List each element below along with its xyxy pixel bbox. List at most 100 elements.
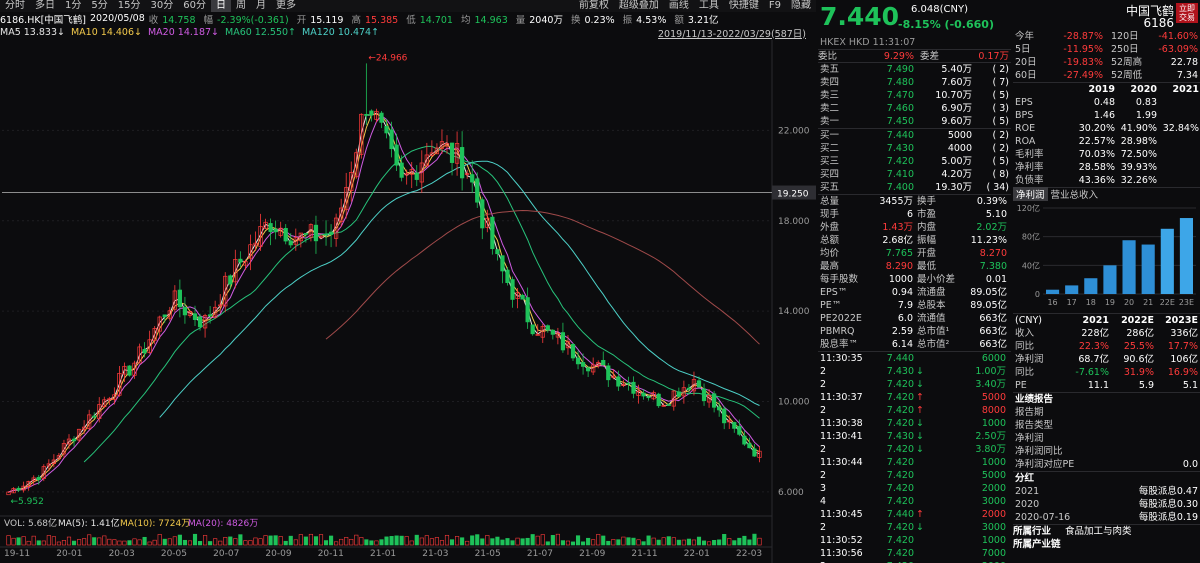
volume-legend: MA(10): 7724万 — [120, 519, 190, 529]
shortcut-button[interactable]: 快捷键 — [724, 0, 764, 12]
trade-ticks[interactable]: 11:30:35 7.440 6000 2 7.430 ↓ 1.00万 2 7.420 ↓ 3.40… — [818, 351, 1011, 563]
tick-row: 11:30:56 7.420 7000 — [820, 548, 1006, 559]
adjust-mode-button[interactable]: 前复权 — [574, 0, 614, 12]
bar-x-tick: 22E — [1160, 298, 1175, 307]
stats-row: 每手股数 1000 最小价差 0.01 — [820, 274, 1007, 285]
candle-body — [303, 233, 308, 235]
financial-table: 2019 2020 2021 EPS 0.48 0.83 BPS 1.46 1.99 ROE 30.… — [1013, 82, 1200, 187]
overlay-button[interactable]: 超级叠加 — [614, 0, 664, 12]
bar-y-tick: 80亿 — [1022, 232, 1040, 242]
volume-bar — [560, 540, 565, 546]
volume-bar — [742, 535, 747, 546]
candle-body — [369, 110, 374, 116]
chart-toolbar: 分时 多日 1分 5分 15分 30分 60分 日 周 月 更多 前复权 超级叠… — [0, 0, 816, 12]
ask-level-row[interactable]: 卖三 7.470 10.70万( 5) — [818, 89, 1011, 102]
date-tick: 21-01 — [370, 549, 396, 559]
volume-bar — [545, 541, 550, 546]
tools-button[interactable]: 工具 — [694, 0, 724, 12]
trade-now-button[interactable]: 立即交易 — [1176, 3, 1198, 23]
tick-row: 11:30:52 7.420 1000 — [820, 535, 1006, 546]
tab-revenue[interactable]: 营业总收入 — [1048, 187, 1102, 201]
estimates-row: 净利润 68.7亿 90.6亿 106亿 — [1015, 354, 1198, 365]
period-tab[interactable]: 分时 — [0, 0, 30, 12]
bar-x-tick: 16 — [1047, 298, 1057, 307]
ask-level-row[interactable]: 卖五 7.490 5.40万( 2) — [818, 63, 1011, 76]
candle-body — [616, 376, 621, 387]
date-tick: 22-01 — [684, 549, 710, 559]
candle-body — [570, 344, 576, 359]
tick-row: 11:30:38 7.420 ↓ 1000 — [820, 418, 1006, 429]
volume-bar — [525, 537, 530, 546]
performance-row: 5日 -11.95% 250日 -63.09% — [1015, 44, 1198, 55]
bid-level-row[interactable]: 买四 7.410 4.20万( 8) — [818, 168, 1011, 181]
date-tick: 21-03 — [422, 549, 448, 559]
period-tab[interactable]: 30分 — [145, 0, 178, 12]
date-tick: 21-09 — [579, 549, 605, 559]
tab-net-profit[interactable]: 净利润 — [1013, 187, 1048, 201]
volume-bar — [696, 536, 702, 546]
quote-header: 7.440 6.048(CNY) -8.15% (-0.660) — [818, 0, 1011, 36]
period-tab[interactable]: 60分 — [178, 0, 211, 12]
period-tab-daily[interactable]: 日 — [210, 0, 231, 12]
date-range-label[interactable]: 2019/11/13-2022/03/29(587日) — [658, 26, 806, 40]
ask-level-row[interactable]: 卖一 7.450 9.60万( 5) — [818, 115, 1011, 128]
candle-body — [580, 362, 586, 367]
volume-bar — [475, 534, 480, 546]
bid-level-row[interactable]: 买二 7.430 4000( 2) — [818, 142, 1011, 155]
stock-code: 6186 — [1143, 16, 1174, 30]
candle-body — [470, 174, 475, 183]
period-tab[interactable]: 1分 — [60, 0, 86, 12]
bid-level-row[interactable]: 买三 7.420 5.00万( 5) — [818, 155, 1011, 168]
bar — [1065, 285, 1079, 294]
candle-body — [732, 422, 737, 429]
estimates-row: 同比 22.3% 25.5% 17.7% — [1015, 341, 1198, 352]
bid-level-row[interactable]: 买一 7.440 5000( 2) — [818, 129, 1011, 142]
performance-row: 今年 -28.87% 120日 -41.60% — [1015, 31, 1198, 42]
financial-row: BPS 1.46 1.99 — [1015, 110, 1157, 121]
volume-bar — [606, 540, 611, 546]
ask-level-row[interactable]: 卖二 7.460 6.90万( 3) — [818, 102, 1011, 115]
period-tab[interactable]: 月 — [251, 0, 271, 12]
volume-bar — [71, 540, 77, 546]
candle-body — [71, 438, 77, 442]
ma60-value: MA60 12.550↑ — [225, 27, 297, 38]
more-periods-button[interactable]: 更多 — [271, 0, 301, 12]
volume-bar — [505, 538, 510, 546]
fundamentals-panel: 中国飞鹤 6186 立即交易 今年 -28.87% 120日 -41.60% 5日 -11… — [1013, 0, 1200, 563]
hide-button[interactable]: 隐藏 — [786, 0, 816, 12]
candle-body — [379, 112, 384, 123]
period-tab[interactable]: 15分 — [113, 0, 146, 12]
tick-row: 3 7.420 2000 — [820, 483, 1006, 494]
candle-body — [742, 435, 747, 445]
volume-bar — [369, 540, 374, 546]
order-ratio-row: 委比 9.29% 委差 0.17万 — [818, 49, 1011, 62]
period-tab[interactable]: 周 — [231, 0, 251, 12]
tick-row: 11:30:37 7.420 ↑ 5000 — [820, 392, 1006, 403]
period-tab[interactable]: 5分 — [86, 0, 112, 12]
bar — [1122, 240, 1136, 294]
report-row: 净利润同比 — [1015, 446, 1063, 457]
estimates-row: 同比 -7.61% 31.9% 16.9% — [1015, 367, 1198, 378]
volume-bar — [283, 540, 288, 546]
high-marker: ←24.966 — [368, 53, 407, 63]
high-label: 高 15.385 — [351, 14, 399, 26]
report-row: 净利润 — [1015, 433, 1044, 444]
volume-bar — [449, 539, 455, 546]
draw-line-button[interactable]: 画线 — [664, 0, 694, 12]
candle-body — [460, 147, 465, 179]
volume-bar — [303, 536, 308, 546]
f9-button[interactable]: F9 — [764, 0, 786, 12]
estimates-header: (CNY) 2021 2022E 2023E — [1015, 315, 1198, 326]
candle-body — [641, 392, 646, 397]
ma-legend: MA5 13.833↓ MA10 14.406↓ MA20 14.187↓ MA… — [0, 26, 816, 40]
bid-level-row[interactable]: 买五 7.400 19.30万( 34) — [818, 181, 1011, 194]
volume-bar — [36, 540, 41, 546]
bid-levels: 买一 7.440 5000( 2) 买二 7.430 4000( 2) 买三 7.420 5.0… — [818, 128, 1011, 194]
period-tab[interactable]: 多日 — [30, 0, 60, 12]
ask-level-row[interactable]: 卖四 7.480 7.60万( 7) — [818, 76, 1011, 89]
volume-bar — [273, 535, 278, 546]
volume-bar — [313, 536, 319, 546]
candle-body — [575, 357, 581, 365]
volume-bar — [752, 533, 757, 546]
candlestick-chart[interactable]: 22.000 18.000 14.000 10.000 6.000 19.250 ←24.9… — [0, 40, 816, 563]
